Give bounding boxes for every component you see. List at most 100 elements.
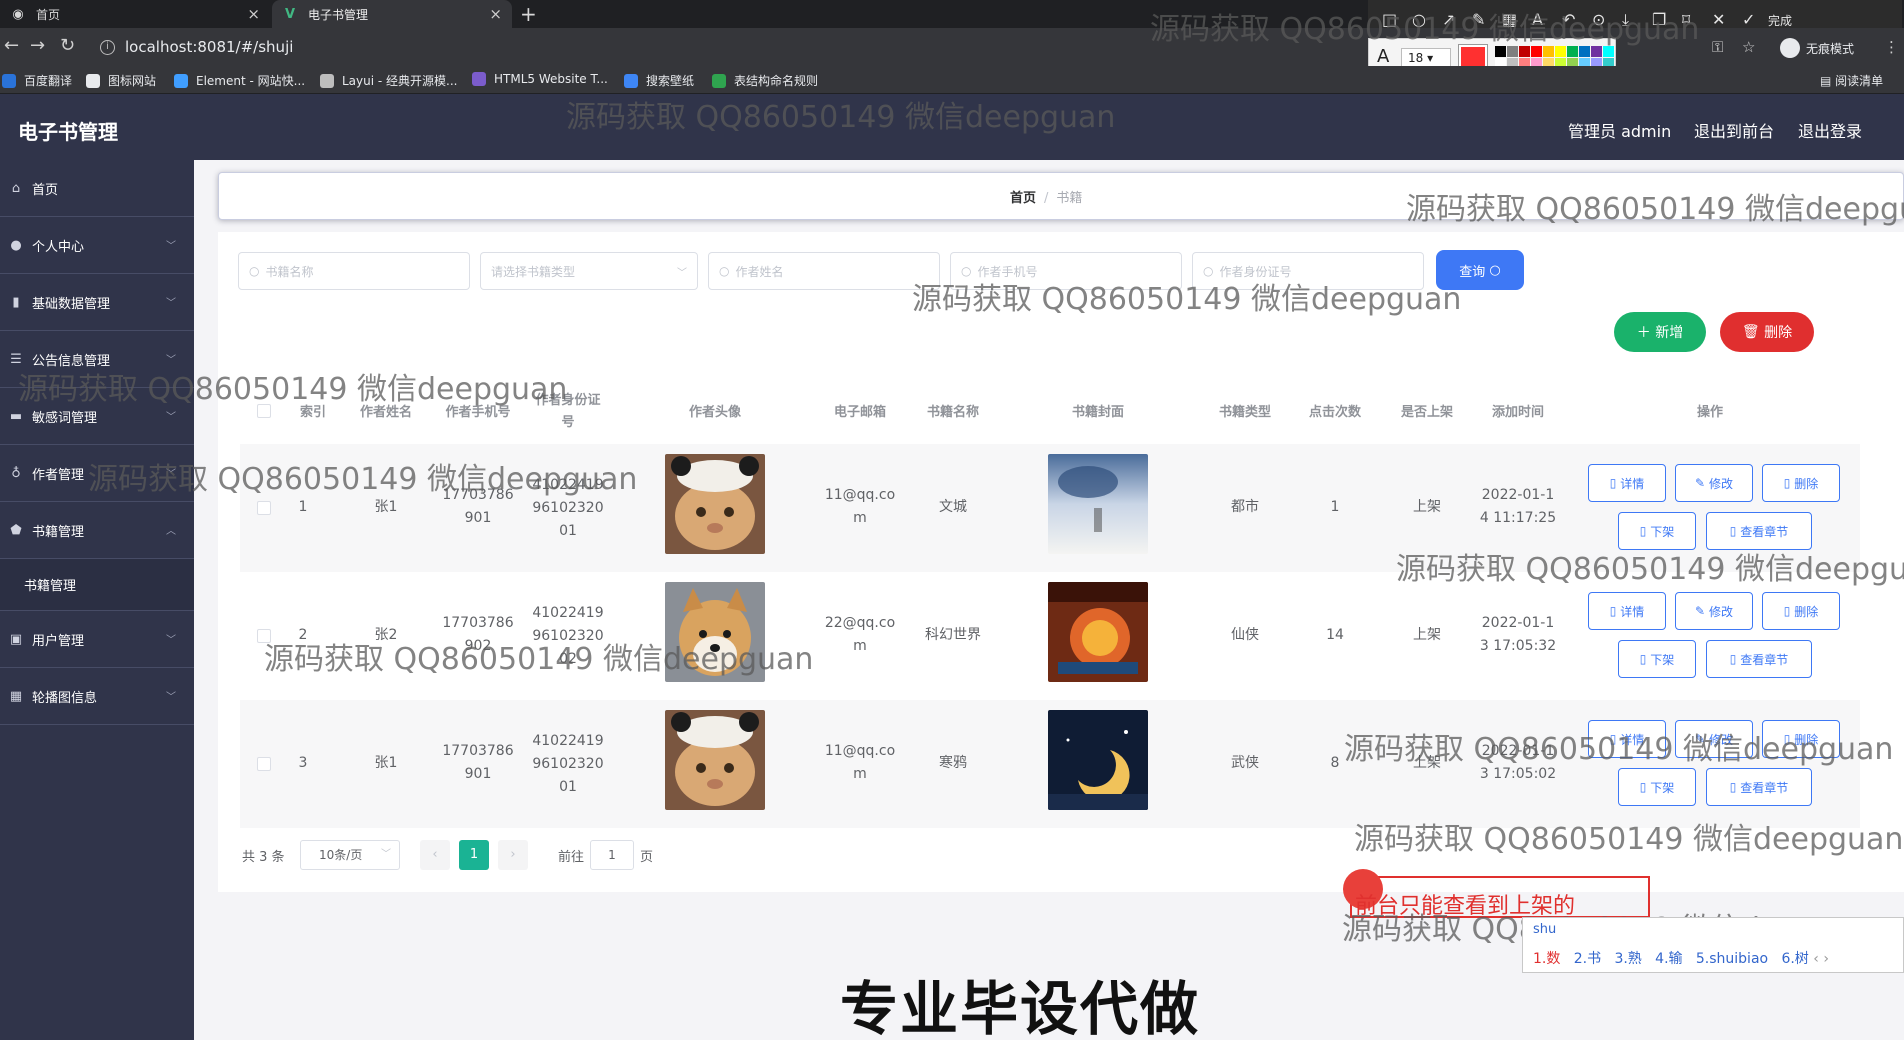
row-checkbox[interactable] — [257, 757, 271, 771]
cell-time: 2022-01-1 3 17:05:32 — [1468, 612, 1568, 658]
cell-line: 17703786 — [442, 615, 514, 631]
column-header: 书籍名称 — [926, 405, 979, 420]
font-size-select[interactable]: 18 ▾ — [1401, 48, 1451, 68]
cell-line: 17703786 — [442, 743, 514, 759]
bookmark-item[interactable]: 搜索壁纸 — [624, 72, 694, 89]
bookmark-item[interactable]: 百度翻译 — [2, 72, 72, 89]
info-icon[interactable]: i — [100, 39, 115, 55]
cell-line: 11@qq.co — [824, 487, 896, 503]
bookmark-item[interactable]: 表结构命名规则 — [712, 72, 818, 89]
cell-line: 96102320 — [532, 756, 604, 772]
ime-candidate[interactable]: 1.数 — [1533, 951, 1560, 967]
sidebar-item-home[interactable]: ⌂ 首页 — [0, 160, 194, 217]
goto-page-input[interactable]: 1 — [590, 840, 634, 870]
back-icon[interactable]: ← — [4, 35, 19, 56]
cell-email: 22@qq.co m — [810, 612, 910, 658]
search-icon: ○ — [1489, 262, 1501, 278]
sidebar-item-books[interactable]: ⬟ 书籍管理 ︿ — [0, 502, 194, 559]
star-icon[interactable]: ☆ — [1742, 38, 1755, 56]
cell-line: 901 — [464, 766, 492, 782]
close-tab-icon[interactable]: × — [489, 5, 502, 23]
view-chapters-button[interactable]: ▯ 查看章节 — [1706, 640, 1812, 678]
incognito-indicator[interactable]: 无痕模式 — [1780, 38, 1854, 58]
mic-icon: ♁ — [11, 465, 21, 481]
plus-icon: ＋ — [1636, 325, 1651, 341]
edit-label: 修改 — [1708, 604, 1733, 619]
key-icon[interactable]: ⚿ — [1712, 38, 1723, 56]
close-icon[interactable]: ✕ — [1712, 10, 1725, 29]
query-label: 查询 — [1459, 264, 1486, 280]
edit-button[interactable]: ✎ 修改 — [1675, 464, 1753, 502]
chevron-up-icon: ︿ — [166, 526, 176, 537]
chapters-label: 查看章节 — [1740, 524, 1789, 539]
promo-banner: 专业毕设代做 — [840, 975, 1201, 1040]
book-name-input[interactable]: ○ 书籍名称 — [238, 252, 470, 290]
sidebar-item-label: 首页 — [32, 182, 59, 198]
off-shelf-button[interactable]: ▯ 下架 — [1618, 640, 1696, 678]
browser-tab-home[interactable]: ◉ 首页 × — [0, 0, 270, 28]
trash-icon: ▯ — [1783, 604, 1791, 618]
ime-candidate[interactable]: 3.熟 — [1614, 951, 1641, 967]
cell-line: m — [853, 638, 867, 654]
forward-icon[interactable]: → — [30, 35, 45, 56]
to-front-link[interactable]: 退出到前台 — [1694, 118, 1774, 142]
cell-index: 3 — [298, 755, 308, 771]
author-avatar-image — [665, 710, 765, 810]
ime-candidate[interactable]: 6.树 — [1781, 951, 1808, 967]
sidebar-item-users[interactable]: ▣ 用户管理 ﹀ — [0, 611, 194, 668]
bookmark-item[interactable]: Element - 网站快... — [174, 72, 305, 89]
sidebar-item-basic-data[interactable]: ▮ 基础数据管理 ﹀ — [0, 274, 194, 331]
delete-button[interactable]: ▯ 删除 — [1762, 464, 1840, 502]
ime-candidate[interactable]: 5.shuibiao — [1696, 951, 1768, 967]
page-size-select[interactable]: 10条/页 ﹀ — [300, 840, 400, 870]
browser-tab-ebook[interactable]: V 电子书管理 × — [272, 0, 512, 28]
sidebar-subitem-books[interactable]: 书籍管理 — [0, 559, 194, 611]
batch-delete-button[interactable]: 🗑 删除 — [1720, 312, 1814, 352]
ime-candidate[interactable]: 4.输 — [1655, 951, 1682, 967]
detail-button[interactable]: ▯ 详情 — [1588, 464, 1666, 502]
ime-page-arrows-icon[interactable]: ‹ › — [1813, 951, 1829, 967]
close-tab-icon[interactable]: × — [247, 5, 260, 23]
new-tab-button[interactable]: + — [520, 2, 537, 26]
sidebar-item-label: 轮播图信息 — [32, 690, 98, 706]
logout-link[interactable]: 退出登录 — [1798, 118, 1862, 142]
cell-line: 22@qq.co — [824, 615, 896, 631]
delete-button[interactable]: ▯ 删除 — [1762, 592, 1840, 630]
row-checkbox[interactable] — [257, 501, 271, 515]
confirm-icon[interactable]: ✓ — [1742, 10, 1755, 29]
watermark-text: 源码获取 QQ86050149 微信deepguan — [88, 462, 638, 497]
vue-logo-icon: V — [284, 6, 296, 22]
edit-button[interactable]: ✎ 修改 — [1675, 592, 1753, 630]
menu-icon[interactable]: ⋮ — [1884, 38, 1899, 56]
done-label[interactable]: 完成 — [1768, 12, 1792, 29]
breadcrumb-home[interactable]: 首页 — [1010, 191, 1036, 206]
cell-book-type: 武侠 — [1231, 755, 1259, 771]
add-button[interactable]: ＋ 新增 — [1614, 312, 1706, 352]
page-number-current[interactable]: 1 — [459, 840, 489, 870]
bookmark-favicon-icon — [712, 73, 726, 88]
off-shelf-button[interactable]: ▯ 下架 — [1618, 768, 1696, 806]
reading-list-button[interactable]: ▤ 阅读清单 — [1820, 72, 1883, 89]
sidebar-item-label: 用户管理 — [32, 633, 85, 649]
reload-icon[interactable]: ↻ — [60, 35, 75, 56]
next-page-button[interactable]: › — [498, 840, 528, 870]
sidebar-item-carousel[interactable]: ▦ 轮播图信息 ﹀ — [0, 668, 194, 725]
cell-line: 4 11:17:25 — [1479, 510, 1557, 526]
bookmark-item[interactable]: 图标网站 — [86, 72, 156, 89]
book-type-select[interactable]: 请选择书籍类型 ﹀ — [480, 252, 698, 290]
bookmark-item[interactable]: HTML5 Website T... — [472, 72, 608, 86]
detail-button[interactable]: ▯ 详情 — [1588, 592, 1666, 630]
search-icon: ○ — [719, 264, 730, 278]
bookmark-item[interactable]: Layui - 经典开源模... — [320, 72, 457, 89]
chevron-down-icon: ﹀ — [166, 241, 176, 252]
bookmark-label: 表结构命名规则 — [734, 74, 819, 88]
edit-icon: ✎ — [1695, 604, 1706, 618]
trash-icon: 🗑 — [1741, 324, 1760, 340]
ime-candidate-window: shu 1.数 2.书 3.熟 4.输 5.shuibiao 6.树 ‹ › — [1522, 917, 1904, 973]
ime-candidate[interactable]: 2.书 — [1574, 951, 1601, 967]
sidebar-item-label: 书籍管理 — [32, 524, 85, 540]
prev-page-button[interactable]: ‹ — [420, 840, 450, 870]
view-chapters-button[interactable]: ▯ 查看章节 — [1706, 768, 1812, 806]
author-name-input[interactable]: ○ 作者姓名 — [708, 252, 940, 290]
sidebar-item-profile[interactable]: ● 个人中心 ﹀ — [0, 217, 194, 274]
